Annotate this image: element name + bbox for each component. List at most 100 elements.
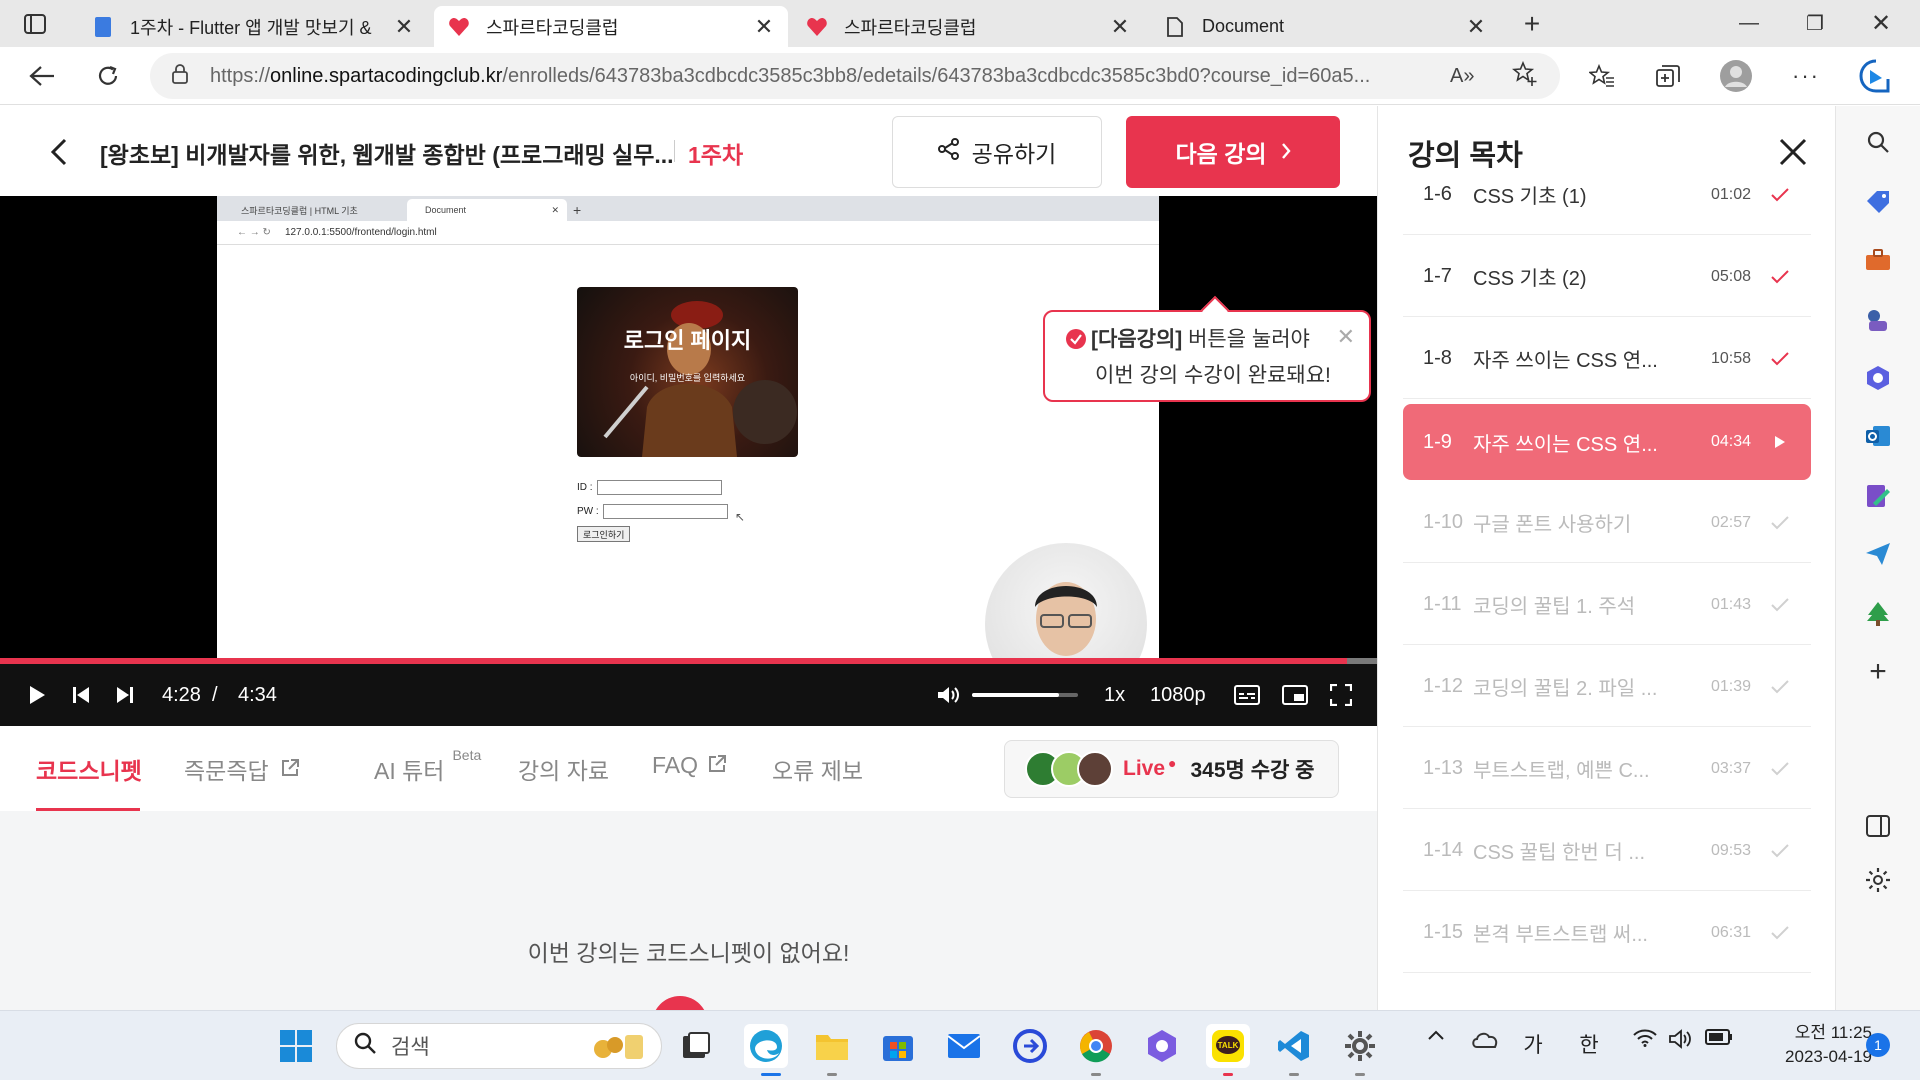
volume-slider[interactable] — [972, 693, 1078, 697]
browser-tab-sparta-active[interactable]: 스파르타코딩클럽 ✕ — [434, 6, 788, 47]
copilot-app-icon[interactable] — [1140, 1024, 1184, 1068]
avatar — [1077, 751, 1113, 787]
tab-code-snippet[interactable]: 코드스니펫 — [36, 752, 142, 786]
fullscreen-icon[interactable] — [1326, 680, 1356, 710]
lesson-item[interactable]: 1-12 코딩의 꿀팁 2. 파일 ... 01:39 — [1403, 647, 1811, 727]
video-player[interactable]: 스파르타코딩클럽 | HTML 기초 Document ✕ + ← → ↻ 127… — [0, 196, 1377, 726]
close-tab-icon[interactable]: ✕ — [394, 14, 414, 40]
lesson-duration: 01:02 — [1710, 185, 1751, 203]
outlook-icon[interactable] — [1860, 418, 1896, 454]
lesson-item[interactable]: 1-13 부트스트랩, 예쁜 C... 03:37 — [1403, 729, 1811, 809]
url-text[interactable]: https://online.spartacodingclub.kr/enrol… — [210, 65, 1420, 88]
add-icon[interactable]: + — [1860, 654, 1896, 690]
tab-ai-tutor[interactable]: AI 튜터 Beta — [374, 747, 481, 786]
tray-overflow-icon[interactable] — [1424, 1029, 1448, 1041]
video-login-button: 로그인하기 — [577, 526, 631, 542]
windows-taskbar: 검색 TALK 가 한 오전 11:25 2023-04-19 1 — [0, 1010, 1920, 1080]
notification-badge[interactable]: 1 — [1866, 1033, 1890, 1057]
search-icon[interactable] — [1860, 124, 1896, 160]
tab-faq[interactable]: FAQ — [652, 752, 727, 779]
chrome-icon[interactable] — [1074, 1024, 1118, 1068]
browser-tab-flutter[interactable]: 1주차 - Flutter 앱 개발 맛보기 & ✕ — [78, 6, 428, 47]
refresh-button[interactable] — [86, 55, 130, 97]
restore-button[interactable]: ❐ — [1782, 0, 1848, 47]
bing-icon[interactable] — [1854, 55, 1898, 97]
back-button[interactable] — [20, 55, 64, 97]
captions-icon[interactable] — [1232, 680, 1262, 710]
volume-icon[interactable] — [934, 680, 964, 710]
close-tab-icon[interactable]: ✕ — [1110, 14, 1130, 40]
skip-forward-icon[interactable] — [110, 680, 140, 710]
copilot-icon[interactable] — [1860, 360, 1896, 396]
remote-app-icon[interactable] — [1008, 1024, 1052, 1068]
lesson-item[interactable]: 1-10 구글 폰트 사용하기 02:57 — [1403, 483, 1811, 563]
close-tab-icon[interactable]: ✕ — [754, 14, 774, 40]
live-dot: ● — [1168, 755, 1177, 771]
video-quality[interactable]: 1080p — [1150, 680, 1206, 710]
app-indicator — [1223, 1073, 1233, 1076]
favorites-icon[interactable] — [1580, 55, 1624, 97]
ime-hangul[interactable]: 한 — [1576, 1029, 1602, 1059]
collections-icon[interactable] — [1646, 55, 1690, 97]
address-bar[interactable]: https://online.spartacodingclub.kr/enrol… — [150, 53, 1560, 99]
designer-icon[interactable] — [1860, 478, 1896, 514]
ime-korean[interactable]: 가 — [1520, 1029, 1546, 1059]
more-options-icon[interactable]: ··· — [1784, 55, 1828, 97]
lesson-item[interactable]: 1-6 CSS 기초 (1) 01:02 — [1403, 155, 1811, 235]
lesson-item[interactable]: 1-9 자주 쓰이는 CSS 연... 04:34 — [1403, 404, 1811, 480]
lock-icon[interactable] — [172, 63, 188, 89]
video-address-bar: ← → ↻ 127.0.0.1:5500/frontend/login.html — [217, 221, 1159, 245]
tree-icon[interactable] — [1860, 596, 1896, 632]
lesson-item[interactable]: 1-7 CSS 기초 (2) 05:08 — [1403, 237, 1811, 317]
settings-icon[interactable] — [1860, 862, 1896, 898]
profile-avatar[interactable] — [1714, 55, 1758, 97]
play-icon[interactable] — [22, 680, 52, 710]
settings-app-icon[interactable] — [1338, 1024, 1382, 1068]
battery-icon[interactable] — [1704, 1029, 1734, 1045]
task-view-icon[interactable] — [674, 1024, 718, 1068]
read-aloud-icon[interactable]: A» — [1450, 65, 1474, 88]
pip-icon[interactable] — [1280, 680, 1310, 710]
sidebar-toggle-icon[interactable] — [1860, 808, 1896, 844]
kakaotalk-icon[interactable]: TALK — [1206, 1024, 1250, 1068]
minimize-button[interactable]: — — [1716, 0, 1782, 47]
new-tab-button[interactable]: + — [1504, 0, 1560, 47]
lesson-duration: 09:53 — [1710, 841, 1751, 859]
close-tab-icon[interactable]: ✕ — [1466, 14, 1486, 40]
tab-qna[interactable]: 즉문즉답 — [184, 752, 299, 786]
vscode-icon[interactable] — [1272, 1024, 1316, 1068]
onedrive-icon[interactable] — [1470, 1029, 1500, 1049]
edge-app-icon[interactable] — [744, 1024, 788, 1068]
tab-error-report[interactable]: 오류 제보 — [772, 752, 863, 786]
tab-materials[interactable]: 강의 자료 — [518, 752, 609, 786]
taskbar-search[interactable]: 검색 — [336, 1023, 662, 1069]
taskbar-clock[interactable]: 오전 11:25 2023-04-19 — [1752, 1021, 1872, 1069]
skip-back-icon[interactable] — [66, 680, 96, 710]
tools-icon[interactable] — [1860, 242, 1896, 278]
lesson-item[interactable]: 1-8 자주 쓰이는 CSS 연... 10:58 — [1403, 319, 1811, 399]
workspaces-icon[interactable] — [0, 0, 70, 47]
microsoft-store-icon[interactable] — [876, 1024, 920, 1068]
playback-speed[interactable]: 1x — [1104, 680, 1125, 710]
speaker-icon[interactable] — [1668, 1029, 1694, 1049]
mail-icon[interactable] — [942, 1024, 986, 1068]
lesson-item[interactable]: 1-14 CSS 꿀팁 한번 더 ... 09:53 — [1403, 811, 1811, 891]
tooltip-close-icon[interactable]: ✕ — [1337, 324, 1355, 350]
browser-tab-sparta[interactable]: 스파르타코딩클럽 ✕ — [792, 6, 1144, 47]
close-window-button[interactable]: ✕ — [1848, 0, 1914, 47]
wifi-icon[interactable] — [1632, 1029, 1658, 1047]
games-icon[interactable] — [1860, 302, 1896, 338]
file-explorer-icon[interactable] — [810, 1024, 854, 1068]
send-icon[interactable] — [1860, 536, 1896, 572]
shopping-tag-icon[interactable] — [1860, 184, 1896, 220]
add-favorite-icon[interactable] — [1511, 60, 1538, 92]
tab-title: Document — [1202, 16, 1285, 36]
lesson-duration: 05:08 — [1710, 267, 1751, 285]
lesson-item[interactable]: 1-15 본격 부트스트랩 써... 06:31 — [1403, 893, 1811, 973]
windows-start-icon[interactable] — [274, 1024, 318, 1068]
next-lecture-button[interactable]: 다음 강의 — [1126, 116, 1340, 188]
back-arrow-icon[interactable] — [42, 132, 76, 172]
browser-tab-document[interactable]: Document ✕ — [1150, 6, 1500, 47]
share-button[interactable]: 공유하기 — [892, 116, 1102, 188]
lesson-item[interactable]: 1-11 코딩의 꿀팁 1. 주석 01:43 — [1403, 565, 1811, 645]
